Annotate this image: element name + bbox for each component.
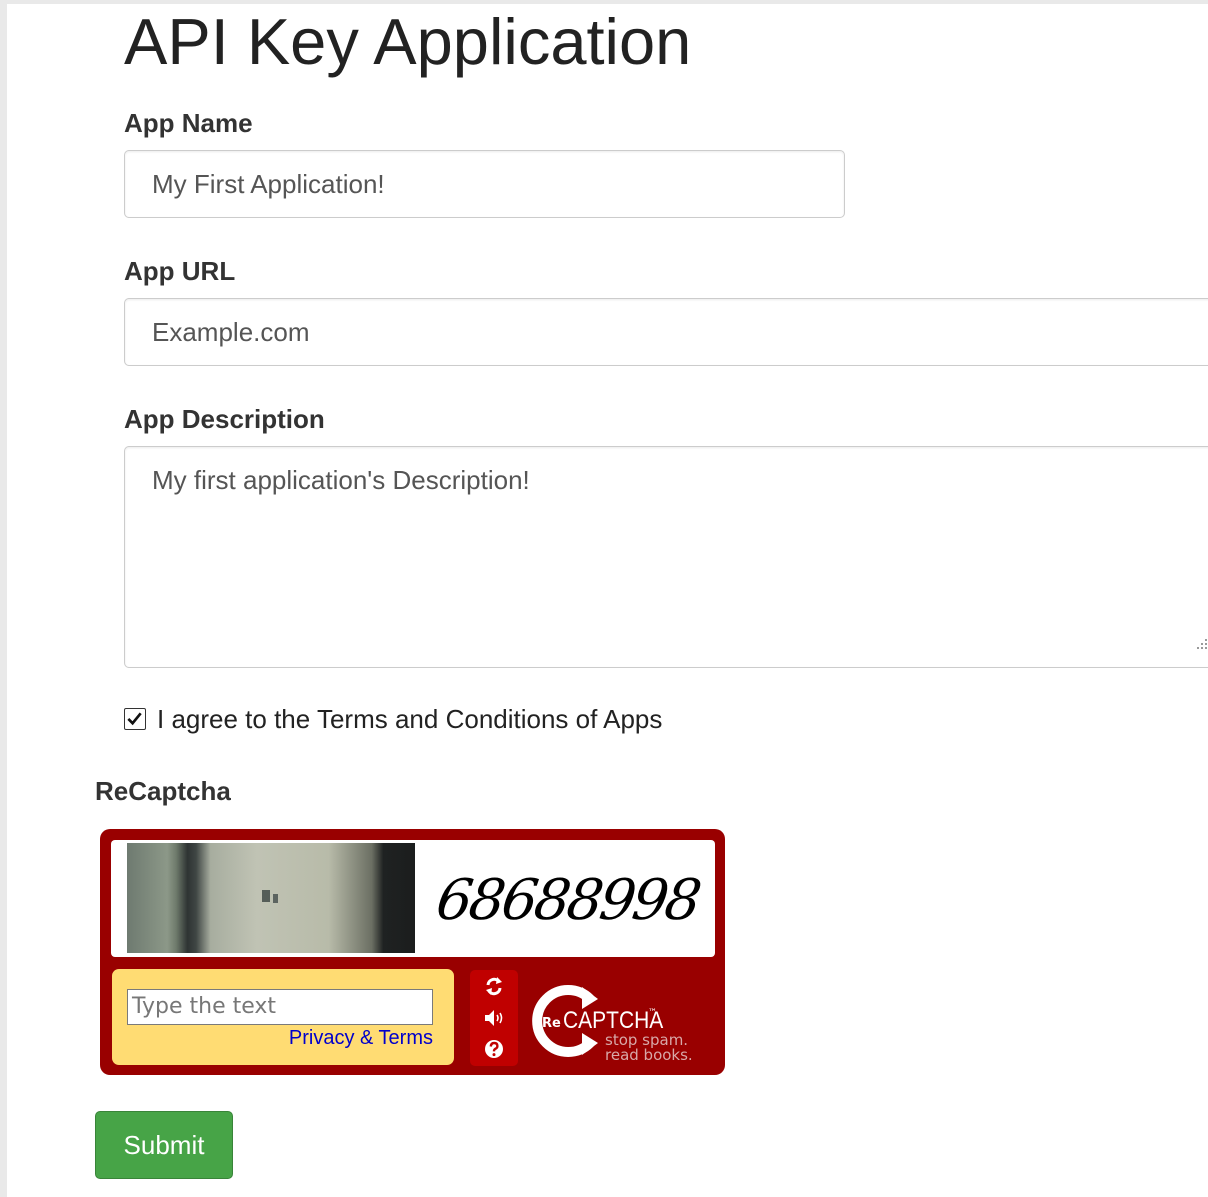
recaptcha-widget: 68688998 Type the text Privacy & Terms R… xyxy=(100,829,725,1075)
terms-checkbox[interactable] xyxy=(124,708,146,730)
app-description-label: App Description xyxy=(124,404,325,434)
recaptcha-tagline-2: read books. xyxy=(605,1046,693,1064)
captcha-challenge-text: 68688998 xyxy=(432,868,703,933)
recaptcha-logo-prefix: Re xyxy=(542,1016,561,1031)
app-url-value: Example.com xyxy=(152,316,310,347)
terms-label: I agree to the Terms and Conditions of A… xyxy=(157,704,663,734)
captcha-image: 68688998 xyxy=(111,840,715,957)
captcha-buttons xyxy=(470,970,518,1066)
app-description-textarea[interactable]: My first application's Description! xyxy=(124,446,1208,668)
resize-grip-icon[interactable] xyxy=(1192,631,1208,653)
submit-button[interactable]: Submit xyxy=(95,1111,233,1179)
captcha-photo-word xyxy=(127,843,415,953)
captcha-input-panel: Type the text Privacy & Terms xyxy=(112,969,454,1065)
recaptcha-logo-tm: ™ xyxy=(648,1008,657,1018)
captcha-response-input[interactable]: Type the text xyxy=(127,989,433,1025)
app-name-input[interactable]: My First Application! xyxy=(124,150,845,218)
app-url-label: App URL xyxy=(124,256,236,286)
recaptcha-logo: Re CAPTCHA ™ stop spam. read books. xyxy=(532,985,693,1064)
app-url-input[interactable]: Example.com xyxy=(124,298,1208,366)
captcha-input-placeholder: Type the text xyxy=(132,994,277,1019)
app-name-value: My First Application! xyxy=(152,168,385,199)
recaptcha-heading: ReCaptcha xyxy=(95,776,231,806)
help-icon[interactable] xyxy=(480,1036,508,1062)
audio-icon[interactable] xyxy=(480,1005,508,1031)
page: API Key Application App Name My First Ap… xyxy=(7,4,1208,1197)
app-name-label: App Name xyxy=(124,108,253,138)
app-description-value: My first application's Description! xyxy=(152,465,530,495)
refresh-icon[interactable] xyxy=(480,973,508,999)
checkmark-icon xyxy=(127,712,142,726)
page-title: API Key Application xyxy=(124,5,692,78)
privacy-terms-link[interactable]: Privacy & Terms xyxy=(289,1027,433,1050)
